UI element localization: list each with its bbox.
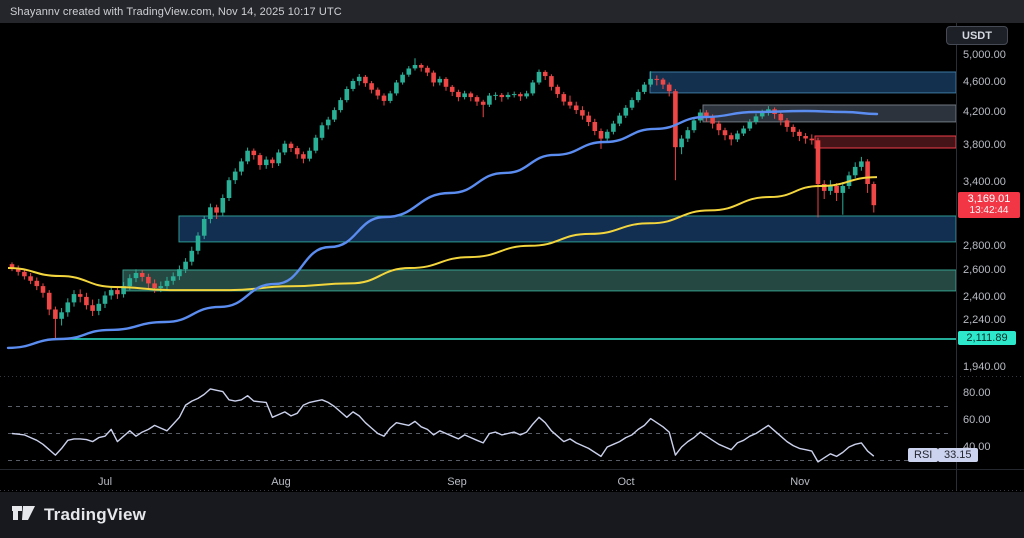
time-axis-month-nov: Nov [790,476,810,488]
price-axis-label: 3,800.00 [963,139,1006,151]
rsi-axis-label: 80.00 [963,387,991,399]
supply-zone-navy[interactable] [650,72,956,93]
time-axis-month-oct: Oct [617,476,634,488]
price-axis-label: 3,400.00 [963,176,1006,188]
supply-zone-red[interactable] [815,136,956,148]
symbol-currency-button[interactable]: USDT [946,26,1008,45]
price-axis-label: 4,200.00 [963,106,1006,118]
price-axis-label: 2,240.00 [963,314,1006,326]
rsi-label-badge: RSI [908,448,938,462]
time-axis-month-jul: Jul [98,476,112,488]
symbol-currency-label: USDT [962,30,992,42]
demand-zone-teal[interactable] [123,270,956,291]
price-axis-label: 2,800.00 [963,240,1006,252]
price-axis-label: 5,000.00 [963,49,1006,61]
last-price-badge: 3,169.01 13:42:44 [958,192,1020,218]
rsi-axis-label: 60.00 [963,414,991,426]
horizontal-line-price-badge: 2,111.89 [958,331,1016,345]
tradingview-wordmark[interactable]: TradingView [44,505,146,525]
price-axis-label: 1,940.00 [963,361,1006,373]
price-axis-label: 2,600.00 [963,264,1006,276]
footer-bar: TradingView [0,492,1024,538]
price-axis-label: 4,600.00 [963,76,1006,88]
time-axis-month-aug: Aug [271,476,291,488]
supply-demand-zones[interactable] [123,72,956,291]
price-axis-label: 2,400.00 [963,291,1006,303]
rsi-pane [8,389,952,462]
rsi-line[interactable] [12,389,874,462]
rsi-value-badge: 33.15 [938,448,978,462]
attribution-bar: Shayannv created with TradingView.com, N… [0,0,1024,23]
chart-canvas[interactable] [0,0,1024,492]
bar-countdown: 13:42:44 [958,205,1020,217]
candlestick-series[interactable] [10,58,876,338]
tradingview-logo-icon[interactable] [12,506,36,525]
attribution-text: Shayannv created with TradingView.com, N… [10,6,342,18]
last-price-value: 3,169.01 [958,193,1020,205]
time-axis-month-sep: Sep [447,476,467,488]
